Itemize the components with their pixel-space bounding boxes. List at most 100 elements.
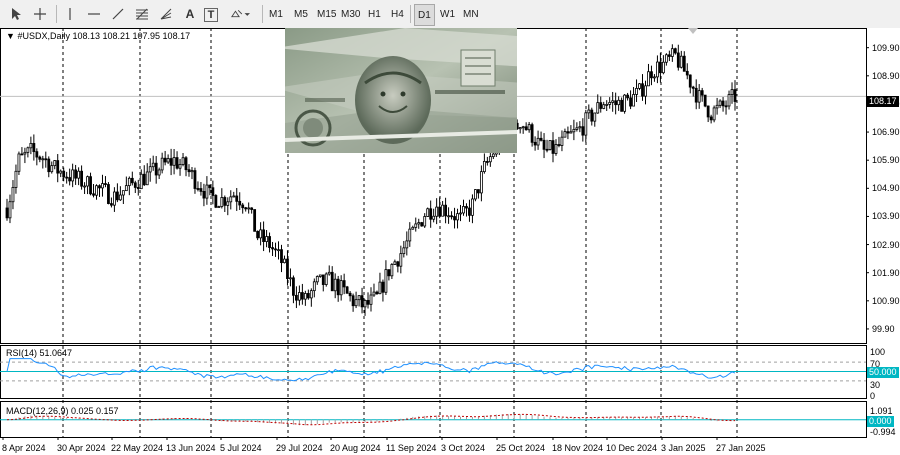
candle-body <box>569 131 573 134</box>
ohlc-values: 108.13 108.21 107.95 108.17 <box>72 31 191 41</box>
date-tick-label: 27 Jan 2025 <box>716 443 766 453</box>
candle-body <box>697 90 701 103</box>
candle-body <box>474 189 477 200</box>
candle-body <box>229 196 233 203</box>
candle-body <box>169 158 173 166</box>
candle-body <box>557 144 561 146</box>
candle-body <box>145 171 149 186</box>
candle-body <box>44 158 48 161</box>
candle-body <box>575 127 579 130</box>
candle-body <box>432 215 436 220</box>
candle-body <box>584 112 588 136</box>
candle-body <box>217 206 221 208</box>
candle-body <box>372 291 376 296</box>
candle-body <box>250 207 254 210</box>
candle-body <box>309 290 313 299</box>
candle-body <box>620 99 624 112</box>
candle-body <box>611 100 615 103</box>
date-tick-label: 3 Oct 2024 <box>441 443 486 453</box>
candle-body <box>232 195 236 198</box>
candle-body <box>468 207 471 216</box>
candle-body <box>733 89 737 102</box>
candle-body <box>450 215 453 218</box>
candle-body <box>363 300 367 308</box>
price-tick-label: 106.90 <box>872 127 900 138</box>
price-tick-label: 104.90 <box>872 183 900 194</box>
candle-body <box>280 249 283 264</box>
candle-body <box>241 204 245 209</box>
candle-body <box>551 140 555 154</box>
symbol-name: #USDX,Daily <box>17 31 70 41</box>
candle-body <box>208 184 212 189</box>
candle-body <box>685 70 689 76</box>
candle-body <box>35 151 39 158</box>
candle-body <box>408 228 412 242</box>
rsi-level-0: 0 <box>870 391 876 401</box>
candle-body <box>536 137 540 146</box>
candle-body <box>378 281 382 295</box>
candle-body <box>101 183 104 189</box>
candle-body <box>730 89 734 96</box>
candle-body <box>193 170 197 189</box>
candle-body <box>348 292 352 297</box>
candle-body <box>127 177 131 187</box>
candle-body <box>369 294 373 305</box>
candle-body <box>124 185 128 192</box>
current-price-tag: 108.17 <box>867 96 899 107</box>
candle-body <box>459 212 462 215</box>
candle-body <box>465 206 468 209</box>
candle-body <box>667 54 671 57</box>
candle-body <box>417 222 421 225</box>
candle-body <box>142 173 146 186</box>
candle-body <box>688 74 692 88</box>
candle-body <box>578 126 582 129</box>
candle-body <box>623 94 627 112</box>
candle-body <box>211 187 215 196</box>
candle-body <box>339 280 343 296</box>
candle-body <box>160 157 164 171</box>
candle-body <box>682 55 686 72</box>
candle-body <box>345 286 349 294</box>
candle-body <box>650 71 653 79</box>
candle-body <box>479 171 483 194</box>
price-tick-label: 102.90 <box>872 239 900 250</box>
candle-body <box>420 222 424 227</box>
date-tick-label: 13 Jun 2024 <box>166 443 216 453</box>
candle-body <box>727 94 731 107</box>
date-tick-label: 11 Sep 2024 <box>386 443 437 453</box>
candle-body <box>292 277 295 296</box>
price-tick-label: 99.90 <box>872 323 895 334</box>
candle-body <box>336 278 340 296</box>
candle-body <box>539 137 543 141</box>
candle-body <box>107 184 110 204</box>
candle-body <box>17 153 21 172</box>
candle-body <box>53 160 57 167</box>
candle-body <box>8 201 12 219</box>
candle-body <box>485 161 489 163</box>
candle-body <box>602 104 606 109</box>
candle-body <box>593 112 597 122</box>
candle-body <box>354 299 358 307</box>
candle-body <box>444 204 447 217</box>
candle-body <box>676 52 680 68</box>
candle-body <box>471 198 474 216</box>
candle-body <box>271 247 274 250</box>
date-tick-label: 8 Apr 2024 <box>2 443 46 453</box>
candle-body <box>62 170 66 178</box>
chart-shift-marker <box>688 28 698 34</box>
candle-body <box>277 249 280 252</box>
candle-body <box>95 185 98 196</box>
candle-body <box>724 105 728 108</box>
candle-body <box>357 295 361 301</box>
candle-body <box>80 170 83 187</box>
candle-body <box>384 269 388 293</box>
candle-body <box>297 292 301 301</box>
candle-body <box>456 213 459 221</box>
candle-body <box>286 258 289 279</box>
candle-body <box>694 87 698 103</box>
candle-body <box>41 158 45 161</box>
price-tick-label: 101.90 <box>872 267 900 278</box>
candle-body <box>626 94 629 99</box>
candle-body <box>92 193 95 196</box>
candle-body <box>136 187 140 190</box>
